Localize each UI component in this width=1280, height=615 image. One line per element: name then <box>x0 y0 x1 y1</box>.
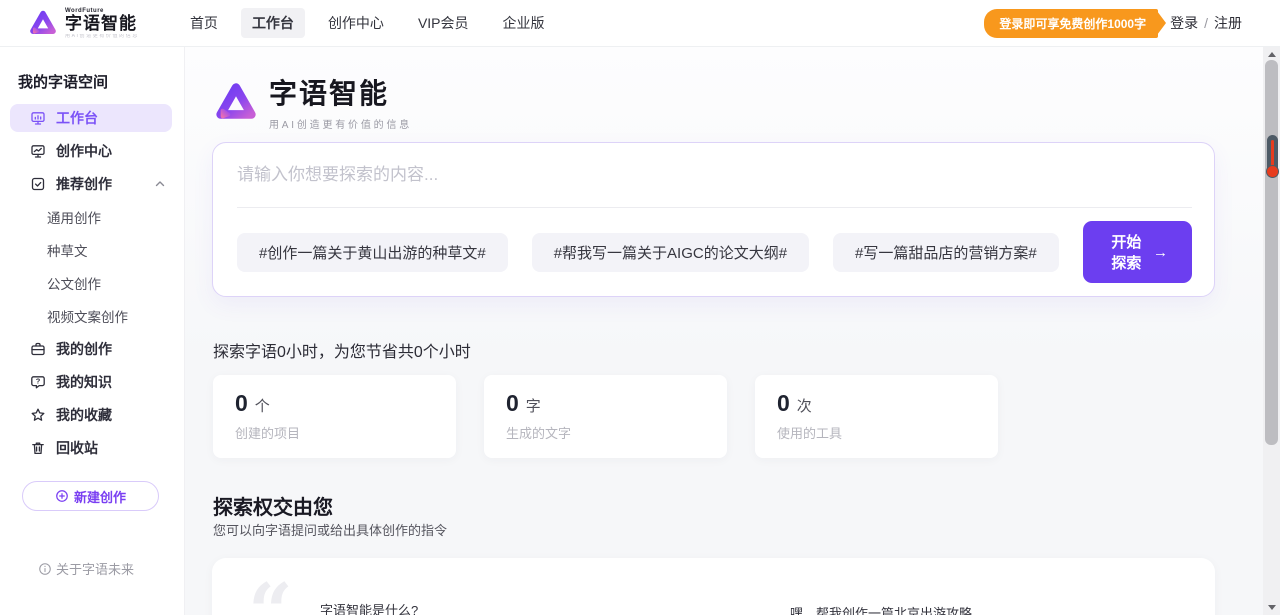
about-label: 关于字语未来 <box>56 559 134 578</box>
nav-enterprise[interactable]: 企业版 <box>492 8 556 38</box>
start-explore-label: 开始探索 <box>1107 231 1146 273</box>
main-nav: 首页 工作台 创作中心 VIP会员 企业版 <box>179 8 556 38</box>
thermometer-indicator-icon <box>1266 135 1279 179</box>
stat-card-words: 0 字 生成的文字 <box>484 375 727 458</box>
monitor-icon <box>30 110 46 126</box>
top-header: WordFuture 字语智能 用AI创造更有价值的信息 首页 工作台 创作中心… <box>0 0 1280 47</box>
header-right: 登录即可享免费创作1000字 登录 / 注册 <box>984 9 1280 38</box>
logo-cn: 字语智能 <box>65 15 139 32</box>
sidebar-item-label: 创作中心 <box>56 141 112 161</box>
sidebar-item-workbench[interactable]: 工作台 <box>10 104 172 132</box>
trash-icon <box>30 440 46 456</box>
suggestion-chip-aigc[interactable]: #帮我写一篇关于AIGC的论文大纲# <box>532 233 809 272</box>
sidebar-item-label: 我的收藏 <box>56 405 112 425</box>
subitem-label: 视频文案创作 <box>47 306 128 326</box>
new-creation-button[interactable]: 新建创作 <box>22 481 159 511</box>
stats-cards: 0 个 创建的项目 0 字 生成的文字 0 次 使用的工具 <box>213 375 998 458</box>
stats-heading: 探索字语0小时，为您节省共0个小时 <box>213 338 471 362</box>
page-scrollbar[interactable] <box>1263 47 1280 615</box>
logo-tagline-small: 用AI创造更有价值的信息 <box>65 34 139 39</box>
example-prompt: 嘿，帮我创作一篇北京出游攻略 <box>790 603 972 615</box>
stat-value: 0 <box>506 390 519 417</box>
sidebar-item-label: 回收站 <box>56 438 98 458</box>
stat-card-projects: 0 个 创建的项目 <box>213 375 456 458</box>
login-promo-badge[interactable]: 登录即可享免费创作1000字 <box>984 9 1158 38</box>
sidebar: 我的字语空间 工作台 创作中心 推荐创作 <box>0 47 185 615</box>
explore-section-subtitle: 您可以向字语提问或给出具体创作的指令 <box>213 520 447 539</box>
sidebar-item-my-knowledge[interactable]: ? 我的知识 <box>10 368 172 396</box>
sidebar-item-my-favorites[interactable]: 我的收藏 <box>10 401 172 429</box>
stat-label: 创建的项目 <box>235 423 434 442</box>
register-link[interactable]: 注册 <box>1214 13 1242 33</box>
sidebar-item-my-creations[interactable]: 我的创作 <box>10 335 172 363</box>
new-creation-label: 新建创作 <box>74 487 126 506</box>
info-icon <box>38 562 52 576</box>
login-register[interactable]: 登录 / 注册 <box>1170 13 1242 33</box>
header-logo[interactable]: WordFuture 字语智能 用AI创造更有价值的信息 <box>0 8 139 39</box>
sidebar-subitem-general[interactable]: 通用创作 <box>0 203 184 231</box>
stat-value: 0 <box>777 390 790 417</box>
app-window: WordFuture 字语智能 用AI创造更有价值的信息 首页 工作台 创作中心… <box>0 0 1280 615</box>
search-card: #创作一篇关于黄山出游的种草文# #帮我写一篇关于AIGC的论文大纲# #写一篇… <box>212 142 1215 297</box>
scrollbar-thumb[interactable] <box>1265 60 1278 445</box>
suggestion-chip-dessert[interactable]: #写一篇甜品店的营销方案# <box>833 233 1059 272</box>
stat-label: 使用的工具 <box>777 423 976 442</box>
main-content: 字语智能 用AI创造更有价值的信息 #创作一篇关于黄山出游的种草文# #帮我写一… <box>185 47 1263 615</box>
nav-vip[interactable]: VIP会员 <box>407 8 480 38</box>
brand-triangle-icon <box>28 8 58 38</box>
scrollbar-down-arrow[interactable] <box>1263 600 1280 615</box>
sidebar-subitem-official-doc[interactable]: 公文创作 <box>0 269 184 297</box>
stat-value: 0 <box>235 390 248 417</box>
doc-check-icon <box>30 176 46 192</box>
sidebar-item-label: 我的知识 <box>56 372 112 392</box>
quote-icon: “ <box>248 574 293 615</box>
sidebar-title: 我的字语空间 <box>18 71 184 92</box>
plus-circle-icon <box>55 489 69 503</box>
briefcase-icon <box>30 341 46 357</box>
suggestion-chip-huangshan[interactable]: #创作一篇关于黄山出游的种草文# <box>237 233 508 272</box>
monitor-chart-icon <box>30 143 46 159</box>
sidebar-item-label: 工作台 <box>56 108 98 128</box>
stat-unit: 次 <box>797 395 812 416</box>
sidebar-subitem-seeding-article[interactable]: 种草文 <box>0 236 184 264</box>
main-brand-tagline: 用AI创造更有价值的信息 <box>269 116 412 131</box>
chevron-up-icon[interactable] <box>154 178 166 190</box>
sidebar-item-label: 我的创作 <box>56 339 112 359</box>
subitem-label: 公文创作 <box>47 273 101 293</box>
example-quote-card: “ 字语智能是什么? 嘿，帮我创作一篇北京出游攻略 <box>212 558 1215 615</box>
sidebar-item-label: 推荐创作 <box>56 174 112 194</box>
suggestion-chips-row: #创作一篇关于黄山出游的种草文# #帮我写一篇关于AIGC的论文大纲# #写一篇… <box>237 207 1192 283</box>
arrow-right-icon: → <box>1153 244 1168 261</box>
brand-triangle-icon-large <box>213 79 259 125</box>
subitem-label: 种草文 <box>47 240 88 260</box>
start-explore-button[interactable]: 开始探索 → <box>1083 221 1192 283</box>
stat-card-tools: 0 次 使用的工具 <box>755 375 998 458</box>
sidebar-item-recycle-bin[interactable]: 回收站 <box>10 434 172 462</box>
example-question: 字语智能是什么? <box>320 600 418 615</box>
chat-question-icon: ? <box>30 374 46 390</box>
nav-workbench[interactable]: 工作台 <box>241 8 305 38</box>
logo-en: WordFuture <box>65 8 139 14</box>
main-brand: 字语智能 用AI创造更有价值的信息 <box>213 72 412 131</box>
main-brand-name: 字语智能 <box>269 72 412 112</box>
star-icon <box>30 407 46 423</box>
nav-creation-center[interactable]: 创作中心 <box>317 8 395 38</box>
sidebar-item-recommended[interactable]: 推荐创作 <box>10 170 172 198</box>
sidebar-subitem-video-copy[interactable]: 视频文案创作 <box>0 302 184 330</box>
about-link[interactable]: 关于字语未来 <box>0 559 172 578</box>
svg-text:?: ? <box>36 377 41 386</box>
stat-unit: 个 <box>255 395 270 416</box>
sidebar-item-creation-center[interactable]: 创作中心 <box>10 137 172 165</box>
login-link[interactable]: 登录 <box>1170 13 1198 33</box>
logo-text: WordFuture 字语智能 用AI创造更有价值的信息 <box>65 8 139 39</box>
nav-home[interactable]: 首页 <box>179 8 229 38</box>
login-separator: / <box>1204 15 1208 31</box>
stat-unit: 字 <box>526 395 541 416</box>
stat-label: 生成的文字 <box>506 423 705 442</box>
explore-section-title: 探索权交由您 <box>213 491 333 520</box>
subitem-label: 通用创作 <box>47 207 101 227</box>
